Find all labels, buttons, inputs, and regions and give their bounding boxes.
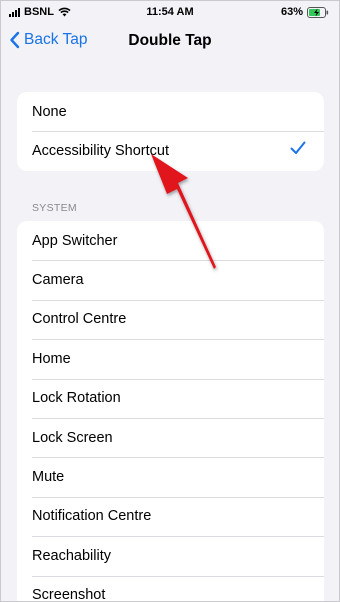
option-label: Mute xyxy=(32,469,65,486)
option-label: Screenshot xyxy=(32,587,106,602)
option-label: Notification Centre xyxy=(32,508,152,525)
option-label: Camera xyxy=(32,272,84,289)
option-label: Lock Screen xyxy=(32,429,113,446)
option-label: Control Centre xyxy=(32,311,127,328)
option-label: Lock Rotation xyxy=(32,390,121,407)
battery-percent: 63% xyxy=(280,6,303,18)
option-control-centre[interactable]: Control Centre xyxy=(17,299,324,339)
screen: BSNL 11:54 AM 63% Back Tap Double Tap No… xyxy=(0,0,340,602)
section-header-system: SYSTEM xyxy=(32,202,77,214)
option-reachability[interactable]: Reachability xyxy=(17,536,324,575)
option-label: Reachability xyxy=(32,547,111,564)
battery-charging-icon xyxy=(307,6,329,18)
checkmark-icon xyxy=(290,141,306,155)
option-accessibility-shortcut[interactable]: Accessibility Shortcut xyxy=(17,131,324,170)
option-none[interactable]: None xyxy=(17,92,324,131)
system-actions-group: App Switcher Camera Control Centre Home … xyxy=(17,221,324,602)
option-mute[interactable]: Mute xyxy=(17,457,324,496)
option-home[interactable]: Home xyxy=(17,339,324,378)
option-camera[interactable]: Camera xyxy=(17,260,324,299)
option-label: App Switcher xyxy=(32,232,118,249)
status-bar: BSNL 11:54 AM 63% xyxy=(1,1,339,25)
option-label: Accessibility Shortcut xyxy=(32,143,169,160)
status-right: 63% xyxy=(281,6,329,18)
option-lock-screen[interactable]: Lock Screen xyxy=(17,417,324,457)
navigation-bar: Back Tap Double Tap xyxy=(1,25,339,61)
option-label: None xyxy=(32,103,67,120)
option-lock-rotation[interactable]: Lock Rotation xyxy=(17,378,324,418)
option-notification-centre[interactable]: Notification Centre xyxy=(17,496,324,536)
option-app-switcher[interactable]: App Switcher xyxy=(17,221,324,260)
action-options-group: None Accessibility Shortcut xyxy=(17,92,324,171)
option-label: Home xyxy=(32,350,71,367)
page-title: Double Tap xyxy=(128,32,212,49)
option-screenshot[interactable]: Screenshot xyxy=(17,575,324,602)
